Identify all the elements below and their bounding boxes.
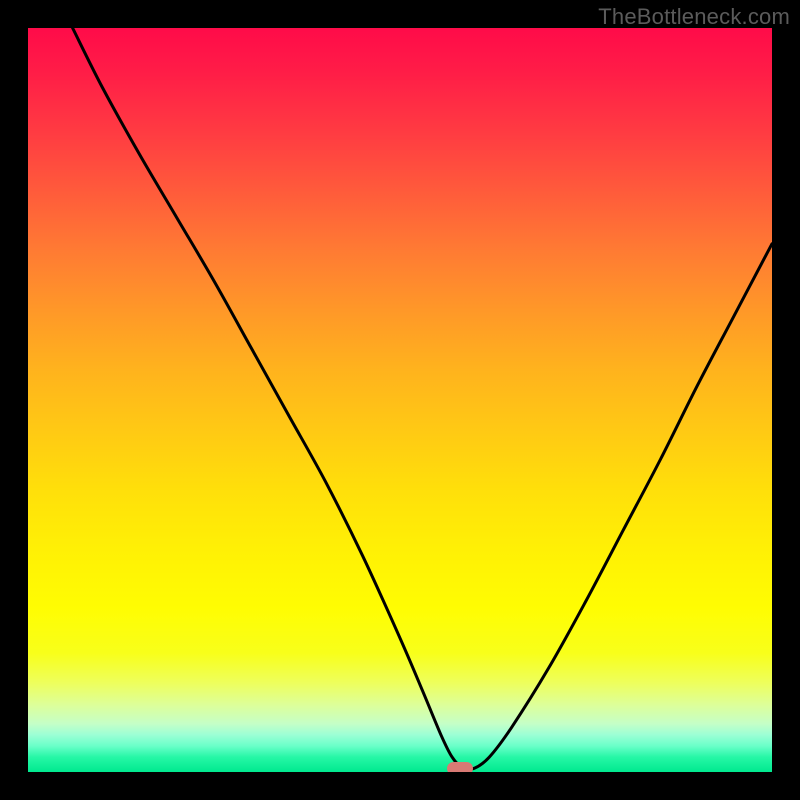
chart-frame: TheBottleneck.com xyxy=(0,0,800,800)
watermark-text: TheBottleneck.com xyxy=(598,4,790,30)
plot-area xyxy=(28,28,772,772)
bottleneck-curve xyxy=(28,28,772,772)
optimal-point-marker xyxy=(447,762,473,772)
